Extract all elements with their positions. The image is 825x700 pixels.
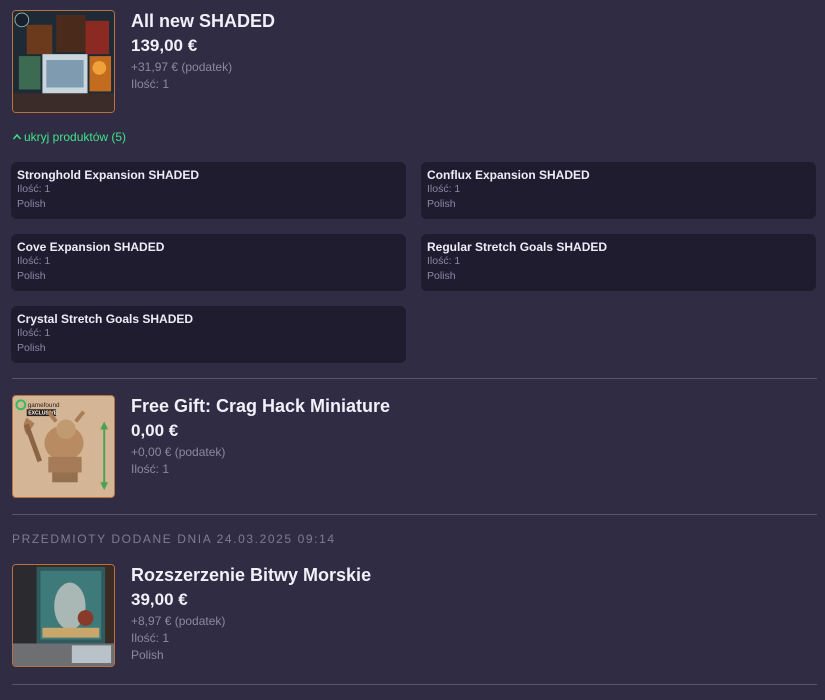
section-heading-added-items: PRZEDMIOTY DODANE DNIA 24.03.2025 09:14 [12, 532, 336, 546]
product-language: Polish [131, 648, 164, 662]
product-quantity: Ilość: 1 [131, 462, 170, 476]
chevron-up-icon [12, 133, 22, 140]
bundle-item-card: Conflux Expansion SHADED Ilość: 1 Polish [421, 162, 816, 219]
divider [12, 378, 817, 379]
product-image-naval-battles [12, 564, 115, 667]
product-title: Free Gift: Crag Hack Miniature [131, 396, 391, 416]
product-title: Rozszerzenie Bitwy Morskie [131, 565, 372, 585]
bundle-item-language: Polish [17, 342, 46, 354]
product-info: Free Gift: Crag Hack Miniature 0,00 € +0… [131, 395, 390, 478]
product-quantity: Ilość: 1 [131, 631, 170, 645]
product-price: 39,00 € [131, 590, 188, 609]
bundle-item-quantity: Ilość: 1 [17, 255, 51, 267]
bundle-item-card: Crystal Stretch Goals SHADED Ilość: 1 Po… [11, 306, 406, 363]
bundle-item-quantity: Ilość: 1 [17, 327, 51, 339]
product-tax: +8,97 € (podatek) [131, 614, 226, 628]
product-title: All new SHADED [131, 11, 276, 31]
box-art-naval-image [13, 565, 114, 666]
box-art-shaded-image [13, 11, 114, 112]
bundle-item-name: Regular Stretch Goals SHADED [427, 240, 608, 254]
bundle-item-name: Stronghold Expansion SHADED [17, 168, 200, 182]
bundle-item-name: Crystal Stretch Goals SHADED [17, 312, 194, 326]
bundle-item-card: Regular Stretch Goals SHADED Ilość: 1 Po… [421, 234, 816, 291]
bundle-item-language: Polish [17, 198, 46, 210]
product-price: 139,00 € [131, 36, 198, 55]
bundle-item-language: Polish [427, 270, 456, 282]
product-image-crag-hack: gamefound EXCLUSIVE [12, 395, 115, 498]
bundle-item-language: Polish [427, 198, 456, 210]
product-tax: +31,97 € (podatek) [131, 60, 233, 74]
divider [12, 514, 817, 515]
badge-brand: gamefound [28, 402, 60, 409]
miniature-image: gamefound EXCLUSIVE [13, 396, 114, 497]
divider [12, 684, 817, 685]
bundle-item-name: Cove Expansion SHADED [17, 240, 165, 254]
product-info: All new SHADED 139,00 € +31,97 € (podate… [131, 10, 275, 93]
product-info: Rozszerzenie Bitwy Morskie 39,00 € +8,97… [131, 564, 371, 664]
hide-products-label: ukryj produktów (5) [24, 130, 127, 144]
hide-products-toggle[interactable]: ukryj produktów (5) [12, 130, 126, 144]
bundle-item-language: Polish [17, 270, 46, 282]
product-tax: +0,00 € (podatek) [131, 445, 226, 459]
bundle-item-quantity: Ilość: 1 [427, 183, 461, 195]
bundle-item-quantity: Ilość: 1 [17, 183, 51, 195]
product-image-shaded [12, 10, 115, 113]
bundle-item-card: Stronghold Expansion SHADED Ilość: 1 Pol… [11, 162, 406, 219]
product-quantity: Ilość: 1 [131, 77, 170, 91]
product-price: 0,00 € [131, 421, 179, 440]
cart-items-page: All new SHADED 139,00 € +31,97 € (podate… [0, 0, 825, 700]
bundle-item-card: Cove Expansion SHADED Ilość: 1 Polish [11, 234, 406, 291]
bundle-item-quantity: Ilość: 1 [427, 255, 461, 267]
bundle-item-name: Conflux Expansion SHADED [427, 168, 590, 182]
